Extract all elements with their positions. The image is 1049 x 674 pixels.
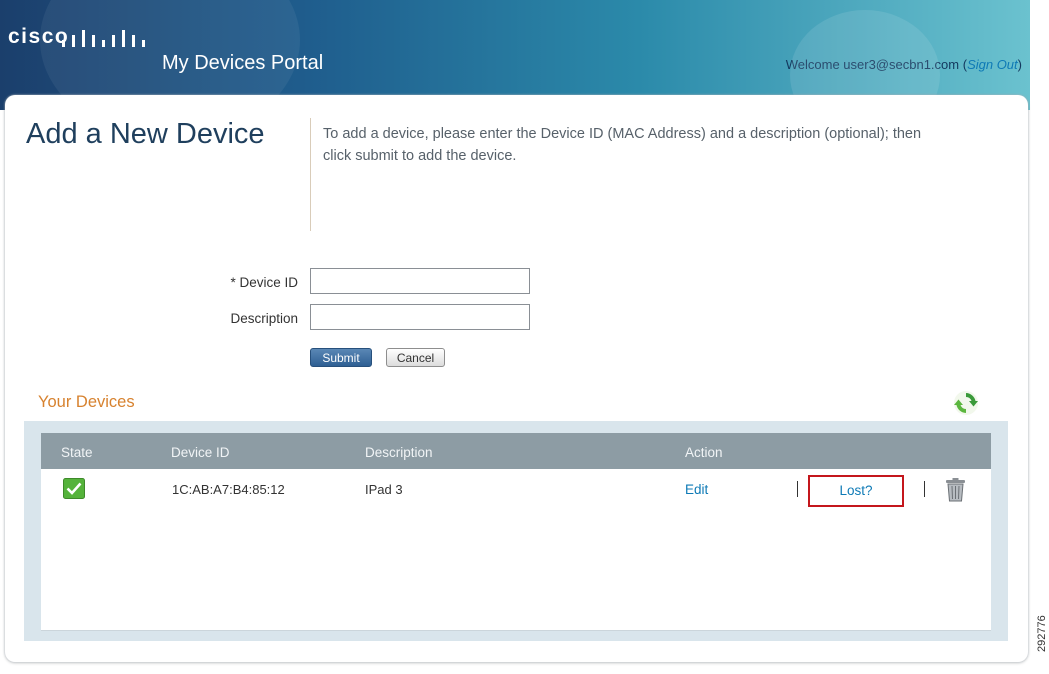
description-label: Description bbox=[230, 311, 298, 326]
checkmark-icon bbox=[63, 478, 85, 499]
description-cell: IPad 3 bbox=[365, 482, 403, 497]
column-header-state: State bbox=[61, 445, 93, 460]
device-id-input[interactable] bbox=[310, 268, 530, 294]
refresh-icon[interactable] bbox=[953, 390, 979, 416]
your-devices-title: Your Devices bbox=[38, 393, 135, 411]
device-id-cell: 1C:AB:A7:B4:85:12 bbox=[172, 482, 285, 497]
trash-icon[interactable] bbox=[945, 478, 966, 502]
portal-title: My Devices Portal bbox=[162, 52, 324, 74]
action-separator bbox=[924, 481, 925, 497]
heading-divider bbox=[310, 118, 311, 231]
device-id-label: * Device ID bbox=[230, 275, 298, 290]
page-title: Add a New Device bbox=[26, 118, 265, 150]
open-paren: ( bbox=[959, 57, 968, 72]
cisco-logo-icon bbox=[62, 30, 145, 47]
submit-button[interactable]: Submit bbox=[310, 348, 372, 367]
cancel-button[interactable]: Cancel bbox=[386, 348, 445, 367]
column-header-device-id: Device ID bbox=[171, 445, 230, 460]
column-header-description: Description bbox=[365, 445, 433, 460]
edit-link[interactable]: Edit bbox=[685, 482, 708, 497]
column-header-action: Action bbox=[685, 445, 723, 460]
welcome-message: Welcome user3@secbn1.com (Sign Out) bbox=[786, 57, 1022, 72]
figure-id: 292776 bbox=[1036, 615, 1048, 652]
lost-link[interactable]: Lost? bbox=[808, 475, 904, 507]
instructions-text: To add a device, please enter the Device… bbox=[323, 126, 922, 164]
action-separator bbox=[797, 481, 798, 497]
close-paren: ) bbox=[1017, 57, 1022, 72]
welcome-text: Welcome user3@secbn1.com bbox=[785, 57, 960, 72]
portal-header: cisco My Devices Portal Welcome user3@se… bbox=[0, 0, 1030, 110]
description-input[interactable] bbox=[310, 304, 530, 330]
cisco-wordmark: cisco bbox=[8, 25, 70, 48]
sign-out-link[interactable]: Sign Out bbox=[967, 57, 1018, 72]
